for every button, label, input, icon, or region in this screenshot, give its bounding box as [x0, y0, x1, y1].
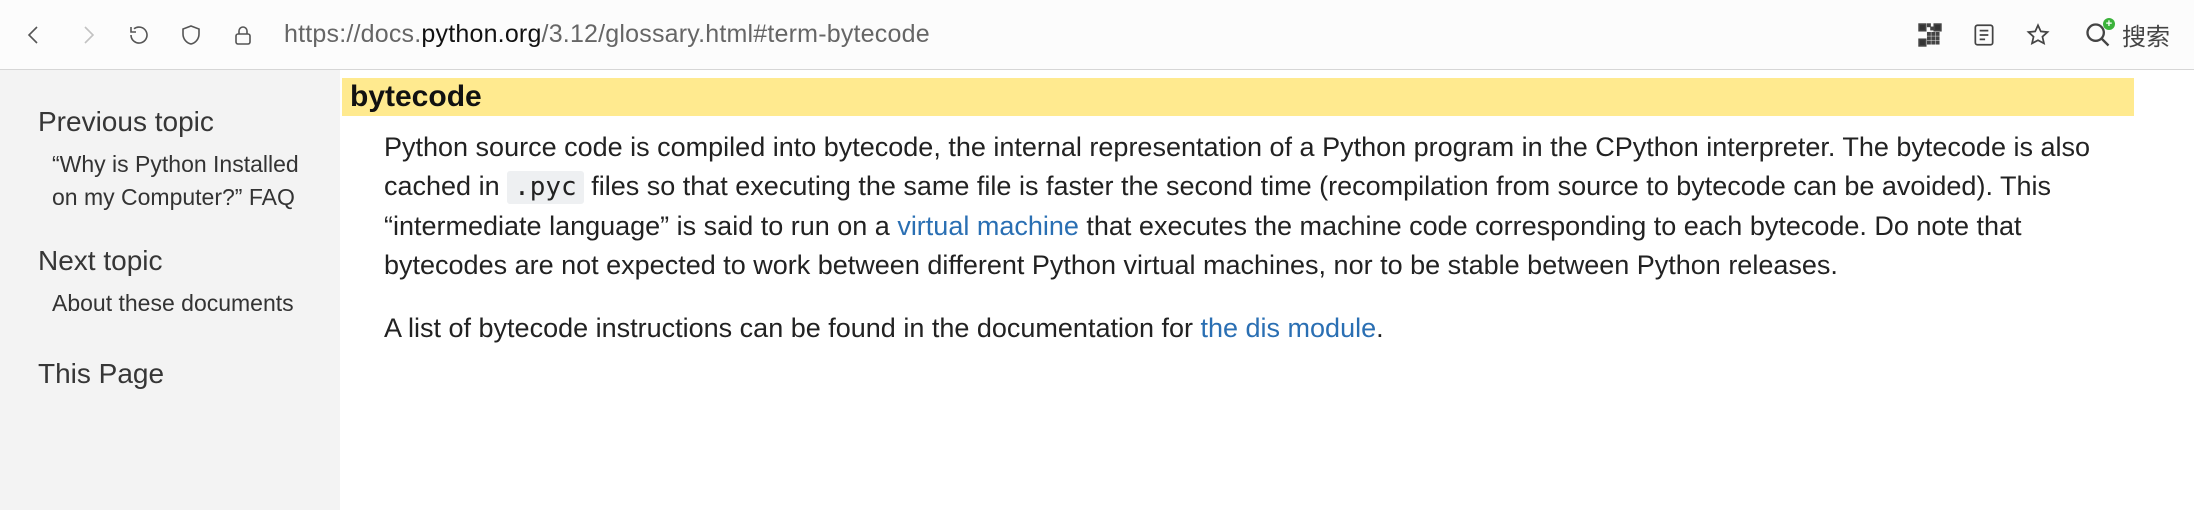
bookmark-star-icon[interactable]	[2020, 17, 2056, 53]
browser-search[interactable]: + 搜索	[2074, 17, 2170, 52]
next-topic-link[interactable]: About these documents	[38, 287, 316, 320]
url-scheme: https://	[284, 20, 361, 49]
plus-badge-icon: +	[2103, 18, 2115, 30]
glossary-definition: Python source code is compiled into byte…	[340, 116, 2134, 348]
this-page-heading: This Page	[38, 358, 316, 390]
link-dis-module[interactable]: the dis module	[1201, 313, 1377, 343]
qr-code-icon[interactable]	[1912, 17, 1948, 53]
url-subdomain: docs.	[361, 20, 422, 49]
previous-topic-link[interactable]: “Why is Python Installed on my Computer?…	[38, 148, 316, 215]
text-run: .	[1376, 313, 1384, 343]
address-bar[interactable]: https://docs.python.org/3.12/glossary.ht…	[284, 20, 930, 49]
search-label: 搜索	[2122, 17, 2170, 52]
definition-paragraph-1: Python source code is compiled into byte…	[384, 128, 2134, 285]
definition-paragraph-2: A list of bytecode instructions can be f…	[384, 309, 2134, 348]
url-domain: python.org	[421, 20, 541, 49]
main-content: bytecode Python source code is compiled …	[340, 70, 2194, 510]
browser-toolbar: https://docs.python.org/3.12/glossary.ht…	[0, 0, 2194, 70]
code-pyc: .pyc	[507, 171, 584, 204]
link-virtual-machine[interactable]: virtual machine	[897, 211, 1079, 241]
forward-button[interactable]	[70, 18, 104, 52]
url-path: /3.12/glossary.html#term-bytecode	[542, 20, 930, 49]
next-topic-heading: Next topic	[38, 245, 316, 277]
page-body: Previous topic “Why is Python Installed …	[0, 70, 2194, 510]
glossary-term: bytecode	[342, 78, 2134, 116]
reader-mode-icon[interactable]	[1966, 17, 2002, 53]
back-button[interactable]	[18, 18, 52, 52]
shield-icon[interactable]	[174, 18, 208, 52]
previous-topic-heading: Previous topic	[38, 106, 316, 138]
search-icon: +	[2084, 21, 2112, 49]
lock-icon[interactable]	[226, 18, 260, 52]
text-run: A list of bytecode instructions can be f…	[384, 313, 1201, 343]
sidebar: Previous topic “Why is Python Installed …	[0, 70, 340, 510]
reload-button[interactable]	[122, 18, 156, 52]
